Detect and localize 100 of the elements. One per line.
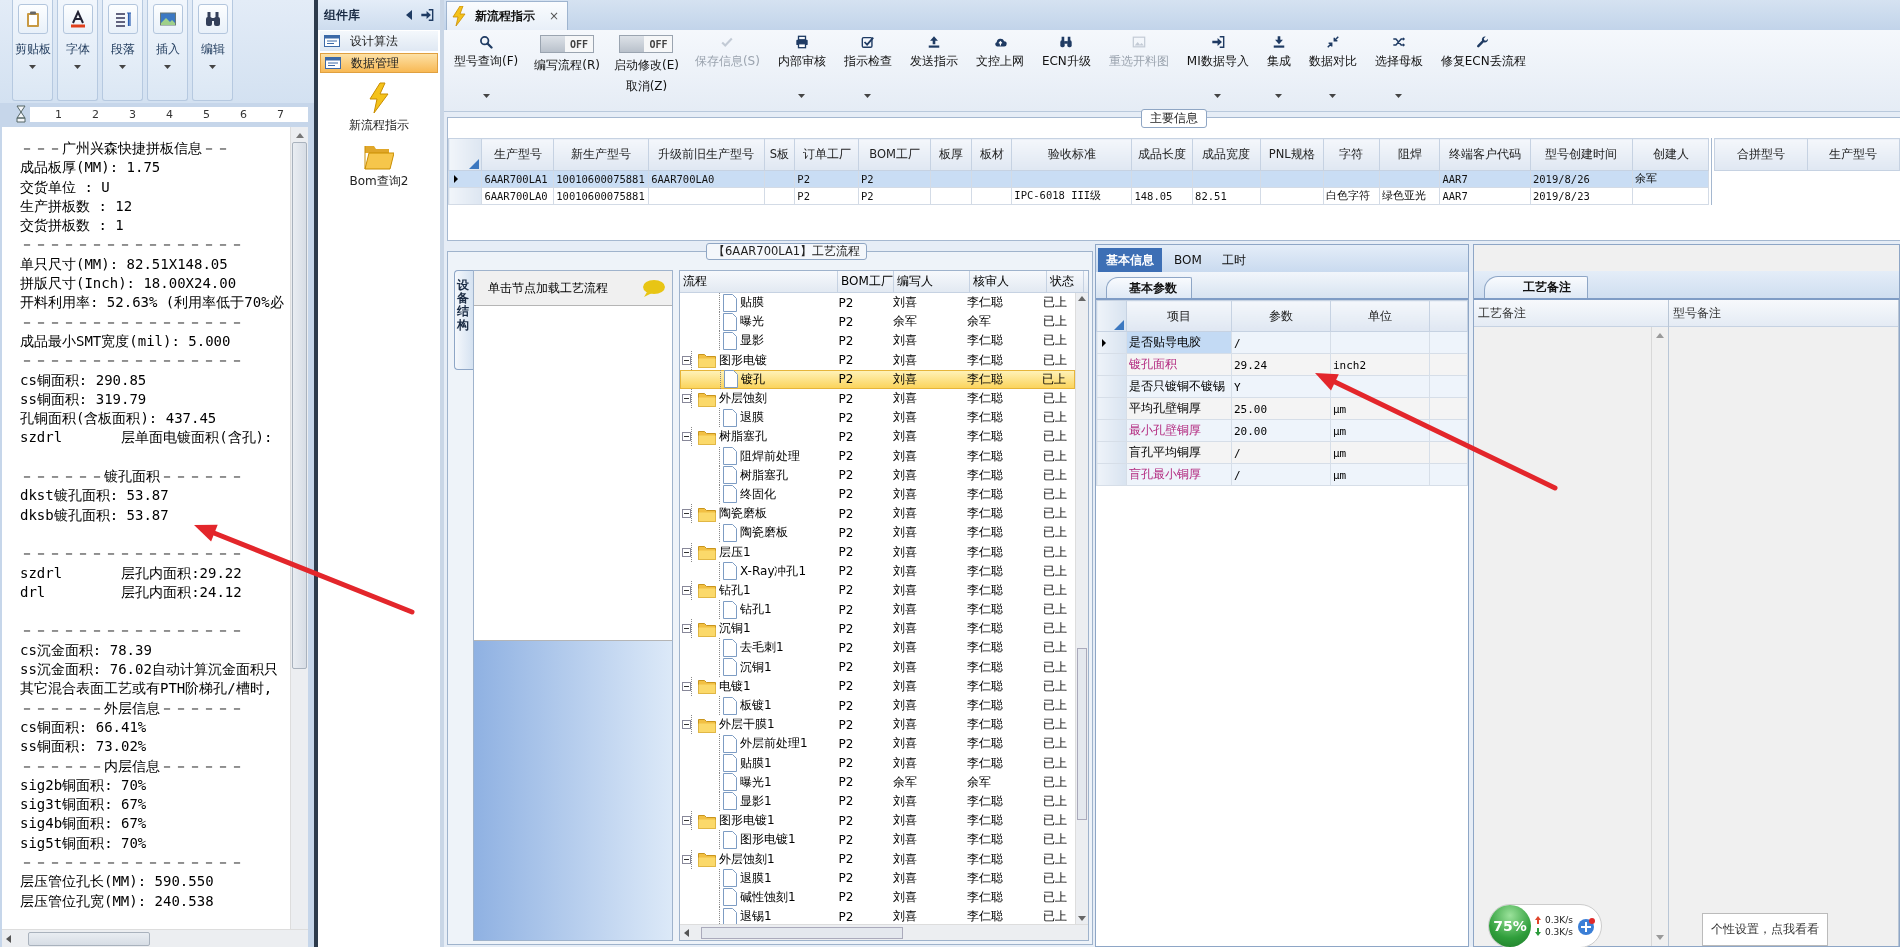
toolbar-button[interactable]: 型号查询(F) [452, 33, 521, 100]
grid-row[interactable]: 是否贴导电胶 / [1096, 331, 1468, 354]
tree-row[interactable]: 阻焊前处理 P2 刘喜 李仁聪 已上 [680, 446, 1075, 466]
ribbon-group-button[interactable]: 插入 [147, 0, 188, 101]
tab[interactable]: 工时 [1213, 248, 1254, 272]
network-monitor[interactable]: 75% 0.3K/s 0.3K/s [1488, 904, 1602, 947]
tree-row[interactable]: 图形电镀 P2 刘喜 李仁聪 已上 [680, 350, 1075, 370]
toolbar-button[interactable]: 集成 [1264, 33, 1293, 100]
column-header[interactable]: 板厚 [930, 138, 972, 171]
toolbar-button[interactable]: MI数据导入 [1184, 33, 1251, 100]
toolbar-button[interactable]: 文控上网 [973, 33, 1026, 72]
column-header[interactable]: 参数 [1231, 300, 1331, 332]
tree-row[interactable]: 外层蚀刻 P2 刘喜 李仁聪 已上 [680, 388, 1075, 409]
vertical-scrollbar[interactable] [1075, 293, 1088, 924]
column-header[interactable]: BOM工厂 [858, 138, 931, 171]
tree-row[interactable]: 退膜 P2 刘喜 李仁聪 已上 [680, 408, 1075, 428]
tree-row[interactable]: 显影1 P2 刘喜 李仁聪 已上 [680, 791, 1075, 812]
tree-row[interactable]: 镀孔 P2 刘喜 李仁聪 已上 [680, 369, 1075, 389]
column-header[interactable]: 生产型号 [1807, 138, 1900, 171]
column-header[interactable]: 新生产型号 [553, 138, 649, 171]
tree-row[interactable]: 图形电镀1 P2 刘喜 李仁聪 已上 [680, 811, 1075, 831]
tree-row[interactable]: 陶瓷磨板 P2 刘喜 李仁聪 已上 [680, 504, 1075, 524]
column-header[interactable]: BOM工厂 [838, 271, 894, 292]
tree-row[interactable]: 显影 P2 刘喜 李仁聪 已上 [680, 331, 1075, 351]
grid-row[interactable]: 最小孔壁铜厚 20.00 μm [1096, 419, 1468, 442]
column-header[interactable]: 成品长度 [1131, 138, 1193, 171]
toolbar-button[interactable]: 选择母板 [1372, 33, 1425, 100]
column-header[interactable]: 字符 [1323, 138, 1380, 171]
column-header[interactable]: 终端客户代码 [1439, 138, 1531, 171]
tree-row[interactable]: 去毛刺1 P2 刘喜 李仁聪 已上 [680, 638, 1075, 658]
scroll-thumb[interactable] [1077, 647, 1087, 820]
tree-row[interactable]: 陶瓷磨板 P2 刘喜 李仁聪 已上 [680, 523, 1075, 543]
tree-row[interactable]: 电镀1 P2 刘喜 李仁聪 已上 [680, 676, 1075, 696]
tree-row[interactable]: 贴膜 P2 刘喜 李仁聪 已上 [680, 293, 1075, 313]
ribbon-group-button[interactable]: 编辑 [192, 0, 233, 101]
document-tab[interactable]: 新流程指示 × [446, 1, 569, 30]
toolbar-button[interactable]: 修复ECN丢流程 [1438, 33, 1528, 72]
shortcut-button[interactable]: Bom查询2 [318, 142, 440, 190]
column-header[interactable]: 阻焊 [1379, 138, 1440, 171]
grid-row[interactable]: 是否只镀铜不镀锡 Y [1096, 375, 1468, 398]
toolbar-button[interactable]: 指示检查 [841, 33, 894, 100]
tree-row[interactable]: 树脂塞孔 P2 刘喜 李仁聪 已上 [680, 465, 1075, 485]
column-header[interactable]: 生产型号 [481, 138, 554, 171]
column-header[interactable]: 订单工厂 [794, 138, 859, 171]
column-header[interactable]: 编写人 [894, 271, 970, 292]
column-header[interactable]: 升级前旧生产型号 [648, 138, 765, 171]
tree-row[interactable]: 终固化 P2 刘喜 李仁聪 已上 [680, 484, 1075, 505]
column-header[interactable]: 合拼型号 [1714, 138, 1807, 171]
grid-row[interactable]: 盲孔平均铜厚 / μm [1096, 441, 1468, 464]
ribbon-group-button[interactable]: 字体 [57, 0, 98, 101]
side-tab[interactable]: 设备结构 [454, 270, 473, 370]
grid-row[interactable]: 盲孔最小铜厚 / μm [1096, 463, 1468, 486]
column-header[interactable]: 验收标准 [1011, 138, 1132, 171]
scroll-thumb[interactable] [292, 142, 307, 669]
scroll-thumb[interactable] [701, 926, 903, 939]
vertical-scrollbar[interactable] [290, 127, 308, 929]
toolbar-button[interactable]: 内部审核 [775, 33, 828, 100]
tree-row[interactable]: 钻孔1 P2 刘喜 李仁聪 已上 [680, 580, 1075, 600]
column-header[interactable]: 单位 [1330, 300, 1430, 332]
table-row[interactable]: 6AAR700LA1 10010600075881 6AAR700LA0 P2 P2 AAR7 2019/8/26 余军 [448, 170, 1709, 188]
tree-row[interactable]: 沉铜1 P2 刘喜 李仁聪 已上 [680, 619, 1075, 639]
column-header[interactable]: 型号创建时间 [1530, 138, 1633, 171]
close-button[interactable]: × [543, 9, 560, 23]
column-header[interactable]: 核审人 [970, 271, 1047, 292]
tree-row[interactable]: 外层前处理1 P2 刘喜 李仁聪 已上 [680, 734, 1075, 754]
panel-tab[interactable]: 工艺备注 [1484, 276, 1588, 298]
column-header[interactable]: 流程 [680, 271, 838, 292]
ribbon-group-button[interactable]: 剪贴板 [12, 0, 53, 101]
toggle-switch[interactable]: OFF [619, 35, 674, 53]
tree-row[interactable]: 钻孔1 P2 刘喜 李仁聪 已上 [680, 600, 1075, 620]
toolbar-button[interactable]: ECN升级 [1039, 33, 1093, 72]
column-header[interactable]: 成品宽度 [1192, 138, 1261, 171]
grid-row[interactable]: 镀孔面积 29.24 inch2 [1096, 353, 1468, 376]
tree-row[interactable]: 退膜1 P2 刘喜 李仁聪 已上 [680, 868, 1075, 888]
tree-row[interactable]: 图形电镀1 P2 刘喜 李仁聪 已上 [680, 830, 1075, 850]
horizontal-scrollbar[interactable] [2, 929, 308, 947]
tree-row[interactable]: 板镀1 P2 刘喜 李仁聪 已上 [680, 695, 1075, 716]
tree-row[interactable]: 外层干膜1 P2 刘喜 李仁聪 已上 [680, 715, 1075, 735]
table-row[interactable]: 6AAR700LA0 10010600075881 P2 P2 IPC-6018 III级 148.05 82.51 白色字符 绿色亚光 AAR7 2019/8/23 [448, 187, 1709, 205]
column-header[interactable]: 项目 [1126, 300, 1232, 332]
column-header[interactable]: PNL规格 [1260, 138, 1324, 171]
tree-row[interactable]: 碱性蚀刻1 P2 刘喜 李仁聪 已上 [680, 887, 1075, 907]
tree-row[interactable]: 树脂塞孔 P2 刘喜 李仁聪 已上 [680, 427, 1075, 447]
tree-row[interactable]: 贴膜1 P2 刘喜 李仁聪 已上 [680, 753, 1075, 773]
library-item[interactable]: 设计算法 [320, 31, 438, 51]
tree-row[interactable]: 曝光 P2 余军 余军 已上 [680, 312, 1075, 332]
toggle-switch[interactable]: OFF [540, 35, 595, 53]
column-header[interactable]: S板 [764, 138, 795, 171]
tree-row[interactable]: 层压1 P2 刘喜 李仁聪 已上 [680, 542, 1075, 562]
library-item[interactable]: 数据管理 [320, 53, 438, 73]
tab[interactable]: 基本信息 [1098, 248, 1162, 272]
column-header[interactable]: 状态 [1047, 271, 1084, 292]
toolbar-button[interactable]: 数据对比 [1306, 33, 1359, 100]
tree-row[interactable]: X-Ray冲孔1 P2 刘喜 李仁聪 已上 [680, 561, 1075, 581]
shortcut-button[interactable]: 新流程指示 [318, 82, 440, 134]
scroll-thumb[interactable] [28, 931, 150, 946]
tab[interactable]: BOM [1166, 248, 1210, 272]
tree-row[interactable]: 沉铜1 P2 刘喜 李仁聪 已上 [680, 657, 1075, 677]
column-header[interactable]: 创建人 [1632, 138, 1709, 171]
column-header[interactable]: 板材 [971, 138, 1012, 171]
